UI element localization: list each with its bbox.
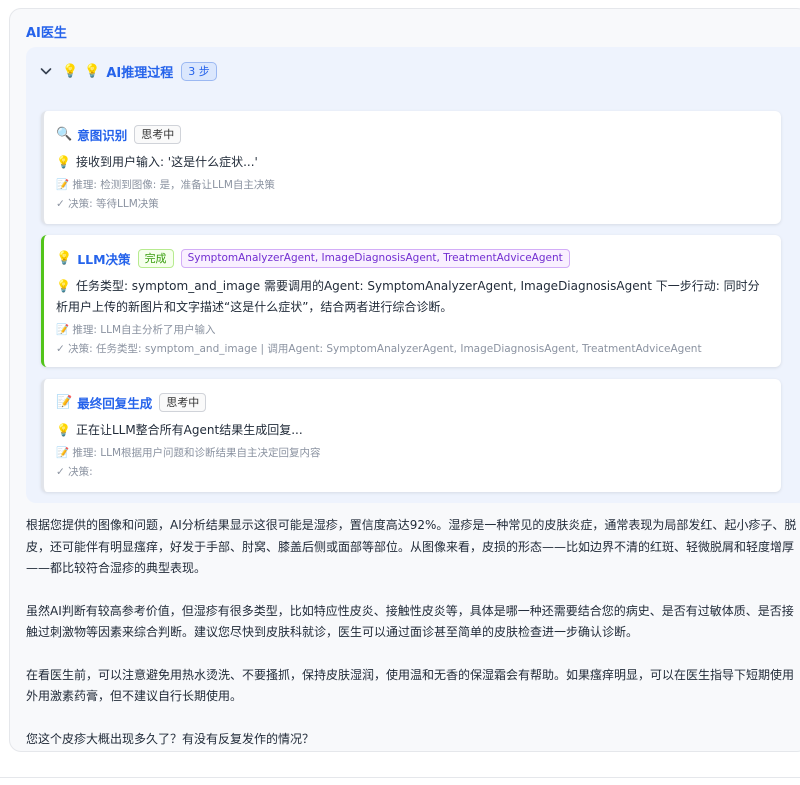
agents-badge: SymptomAnalyzerAgent, ImageDiagnosisAgen… xyxy=(180,248,570,268)
divider xyxy=(0,777,800,778)
step-content-text: 任务类型: symptom_and_image 需要调用的Agent: Symp… xyxy=(56,279,760,314)
status-badge: 思考中 xyxy=(134,124,182,144)
reasoning-panel: 💡 💡 AI推理过程 3 步 🔍 意图识别 思考中 💡 接收到用户输入: '这是什… xyxy=(26,47,800,503)
step-decision: ✓ 决策: xyxy=(56,466,93,478)
steps-count-badge: 3 步 xyxy=(181,61,217,81)
step-decision: ✓ 决策: 等待LLM决策 xyxy=(56,198,159,210)
reasoning-title: AI推理过程 xyxy=(106,65,174,81)
step-content: 💡 任务类型: symptom_and_image 需要调用的Agent: Sym… xyxy=(56,276,768,318)
lightbulb-icon: 💡 xyxy=(56,155,71,169)
reasoning-header[interactable]: 💡 💡 AI推理过程 3 步 xyxy=(38,61,217,81)
status-badge: 思考中 xyxy=(159,392,207,412)
step-card-final-reply: 📝 最终回复生成 思考中 💡 正在让LLM整合所有Agent结果生成回复... 📝… xyxy=(41,379,781,492)
answer-paragraph: 在看医生前，可以注意避免用热水烫洗、不要搔抓，保持皮肤湿润，使用温和无香的保湿霜… xyxy=(26,667,795,704)
answer-paragraph: 虽然AI判断有较高参考价值，但湿疹有很多类型，比如特应性皮炎、接触性皮炎等，具体… xyxy=(26,603,794,640)
step-content: 💡 接收到用户输入: '这是什么症状...' xyxy=(56,152,768,173)
status-badge: 完成 xyxy=(137,248,174,268)
lightbulb-icon: 💡 xyxy=(62,63,79,79)
step-title: 最终回复生成 xyxy=(77,395,153,411)
step-title: 意图识别 xyxy=(77,127,128,143)
step-decision: ✓ 决策: 任务类型: symptom_and_image | 调用Agent:… xyxy=(56,343,702,355)
answer-paragraph: 根据您提供的图像和问题，AI分析结果显示这很可能是湿疹，置信度高达92%。湿疹是… xyxy=(26,518,797,575)
answer-text: 根据您提供的图像和问题，AI分析结果显示这很可能是湿疹，置信度高达92%。湿疹是… xyxy=(26,515,798,771)
step-title: LLM决策 xyxy=(77,251,131,267)
step-card-llm-decision: 💡 LLM决策 完成 SymptomAnalyzerAgent, ImageDi… xyxy=(41,235,781,367)
chevron-down-icon[interactable] xyxy=(38,63,54,79)
lightbulb-icon: 💡 xyxy=(56,250,73,266)
step-reasoning: 📝 推理: 检测到图像: 是，准备让LLM自主决策 xyxy=(56,179,275,191)
sender-name: AI医生 xyxy=(26,26,67,41)
lightbulb-icon: 💡 xyxy=(84,63,101,79)
step-reasoning: 📝 推理: LLM根据用户问题和诊断结果自主决定回复内容 xyxy=(56,447,321,459)
step-content-text: 正在让LLM整合所有Agent结果生成回复... xyxy=(75,423,303,437)
ai-message-card: AI医生 💡 💡 AI推理过程 3 步 🔍 意图识别 思考中 💡 接收到用户输入:… xyxy=(9,8,800,752)
lightbulb-icon: 💡 xyxy=(56,279,71,293)
step-card-intent: 🔍 意图识别 思考中 💡 接收到用户输入: '这是什么症状...' 📝 推理: 检… xyxy=(41,111,781,224)
magnifier-icon: 🔍 xyxy=(56,126,73,142)
step-reasoning: 📝 推理: LLM自主分析了用户输入 xyxy=(56,324,216,336)
lightbulb-icon: 💡 xyxy=(56,423,71,437)
answer-paragraph: 您这个皮疹大概出现多久了？有没有反复发作的情况？ xyxy=(26,731,315,746)
memo-icon: 📝 xyxy=(56,394,73,410)
step-content-text: 接收到用户输入: '这是什么症状...' xyxy=(75,155,258,169)
step-content: 💡 正在让LLM整合所有Agent结果生成回复... xyxy=(56,420,768,441)
